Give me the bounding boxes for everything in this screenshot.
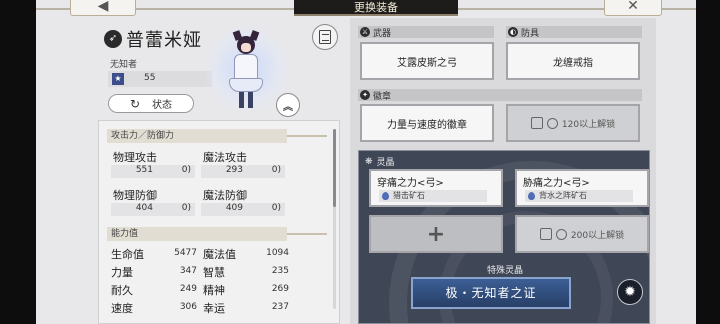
level-box: ★ 55 xyxy=(108,71,212,87)
equipment-panel: ⚔ 武器 ◐ 防具 艾露皮斯之弓 龙缠戒指 ✦ 徽章 力量与速度的徽章 120以… xyxy=(350,18,656,324)
level-value: 55 xyxy=(144,73,156,83)
refresh-icon: ↻ xyxy=(129,96,141,111)
attr-hp: 生命值 5477 xyxy=(111,248,197,261)
character-name: 普蕾米娅 xyxy=(126,30,202,51)
right-letterbox xyxy=(696,0,720,324)
character-title: 无知者 xyxy=(110,60,138,70)
close-button[interactable]: ✕ xyxy=(604,0,662,16)
attr-luck: 幸运 237 xyxy=(203,302,289,315)
special-crystal-button[interactable]: 极・无知者之证 xyxy=(411,277,571,309)
crystal-slot-locked[interactable]: 200以上解锁 xyxy=(515,215,649,253)
crystal-icon: ❋ xyxy=(365,156,373,167)
attack-defense-header: 攻击力／防御力 xyxy=(107,129,327,143)
stat-magic-attack: 魔法攻击 293 0) xyxy=(201,149,285,179)
top-bar: ◀ 更换装备 ✕ xyxy=(36,0,696,18)
back-button[interactable]: ◀ xyxy=(70,0,136,16)
crystal-locked-text: 200以上解锁 xyxy=(570,230,625,241)
page-title: 更换装备 xyxy=(294,0,458,16)
close-icon: ✕ xyxy=(627,0,639,14)
stat-physical-defense: 物理防御 404 0) xyxy=(111,187,195,217)
left-letterbox xyxy=(0,0,36,324)
lock-icon xyxy=(530,117,543,129)
badge-label: ✦ 徽章 xyxy=(360,89,391,102)
attr-speed: 速度 306 xyxy=(111,302,197,315)
coin-icon xyxy=(546,117,558,129)
weapon-name: 艾露皮斯之弓 xyxy=(397,57,457,69)
status-button[interactable]: ↻ 状态 xyxy=(108,94,194,113)
badge-icon: ✦ xyxy=(360,90,370,100)
crystal-slot-2[interactable]: 胁痛之力<弓> 背水之阵矿石 xyxy=(515,169,649,207)
attr-endurance: 耐久 249 xyxy=(111,284,197,297)
notepad-icon xyxy=(319,30,331,44)
crystal-section: ❋ 灵晶 穿痛之力<弓> 猎击矿石 胁痛之力<弓> 背水之阵矿石 + 200以上… xyxy=(358,150,650,324)
arrow-left-icon: ◀ xyxy=(97,0,109,14)
class-emblem-icon: ➶ xyxy=(104,30,122,48)
stats-panel[interactable]: 攻击力／防御力 物理攻击 551 0) 魔法攻击 293 0) 物理防御 404 0)… xyxy=(98,120,340,324)
special-crystal-label: 特殊灵晶 xyxy=(486,266,523,276)
weapon-icon: ⚔ xyxy=(360,27,370,37)
character-name-row: ➶ 普蕾米娅 xyxy=(104,26,202,52)
sun-button[interactable]: ✹ xyxy=(617,279,643,305)
attr-wisdom: 智慧 235 xyxy=(203,266,289,279)
armor-name: 龙缠戒指 xyxy=(553,57,593,69)
badge-locked-text: 120以上解锁 xyxy=(561,119,616,130)
lock-icon xyxy=(539,228,552,240)
ability-header: 能力值 xyxy=(107,227,327,241)
stat-physical-attack: 物理攻击 551 0) xyxy=(111,149,195,179)
double-chevron-up-icon: ︽ xyxy=(283,101,293,113)
coin-icon xyxy=(555,228,567,240)
armor-slot[interactable]: 龙缠戒指 xyxy=(506,42,640,80)
equipment-screen: ◀ 更换装备 ✕ ➶ 普蕾米娅 无知者 ★ 55 ↻ 状态 ︽ 攻击力／防御力 xyxy=(36,0,696,324)
level-icon: ★ xyxy=(112,73,124,85)
badge-slot-locked[interactable]: 120以上解锁 xyxy=(506,104,640,142)
badge-name: 力量与速度的徽章 xyxy=(387,119,467,131)
add-crystal-slot[interactable]: + xyxy=(369,215,503,253)
collapse-button[interactable]: ︽ xyxy=(276,93,300,117)
attr-spirit: 精神 269 xyxy=(203,284,289,297)
sun-icon: ✹ xyxy=(624,284,636,300)
stat-magic-defense: 魔法防御 409 0) xyxy=(201,187,285,217)
weapon-label: ⚔ 武器 xyxy=(360,27,392,39)
armor-label: ◐ 防具 xyxy=(508,27,540,39)
crystal-slot-1[interactable]: 穿痛之力<弓> 猎击矿石 xyxy=(369,169,503,207)
notes-button[interactable] xyxy=(312,24,338,50)
attr-strength: 力量 347 xyxy=(111,266,197,279)
attr-mp: 魔法值 1094 xyxy=(203,248,289,261)
badge-slot[interactable]: 力量与速度的徽章 xyxy=(360,104,494,142)
weapon-slot[interactable]: 艾露皮斯之弓 xyxy=(360,42,494,80)
status-button-label: 状态 xyxy=(152,100,173,111)
crystal-label: ❋ 灵晶 xyxy=(365,156,395,169)
stats-scrollbar-thumb[interactable] xyxy=(333,129,336,207)
armor-icon: ◐ xyxy=(508,27,518,37)
plus-icon: + xyxy=(426,221,446,247)
